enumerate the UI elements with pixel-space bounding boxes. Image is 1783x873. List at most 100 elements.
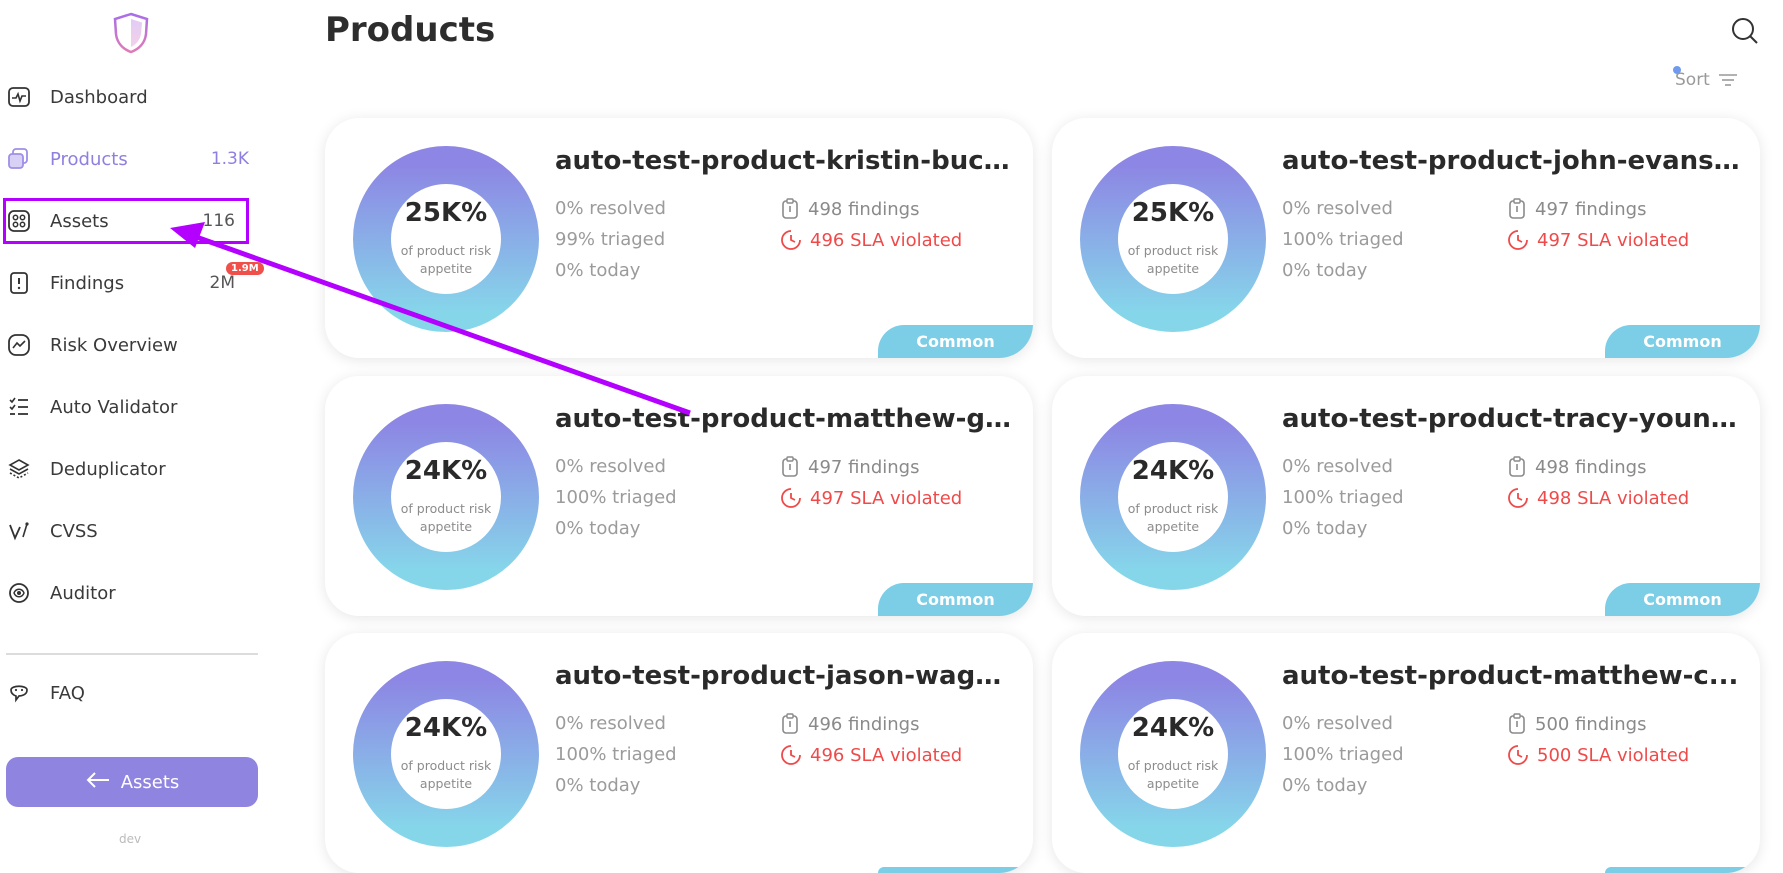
sla-violated-count: 496 SLA violated xyxy=(810,229,963,251)
resolved-stat: 0% resolved xyxy=(555,713,666,734)
risk-donut-chart xyxy=(353,661,539,847)
products-icon xyxy=(6,146,32,172)
sidebar-item-count: 2M xyxy=(209,273,235,293)
risk-donut-chart xyxy=(1080,146,1266,332)
shield-logo-icon xyxy=(113,12,149,54)
sla-violated-count: 496 SLA violated xyxy=(810,744,963,766)
findings-stat: 500 findings xyxy=(1507,713,1646,735)
findings-count: 498 findings xyxy=(808,198,920,220)
sidebar-item-label: FAQ xyxy=(50,682,85,704)
risk-appetite-value: 24K% xyxy=(404,713,488,743)
clock-alert-icon xyxy=(1508,230,1528,250)
sla-violated-count: 498 SLA violated xyxy=(1537,487,1690,509)
product-card[interactable]: 24K% of product risk appetite auto-test-… xyxy=(1052,633,1760,873)
sidebar: Dashboard Products 1.3K Assets 116 Findi… xyxy=(0,0,265,846)
today-stat: 0% today xyxy=(555,518,641,539)
product-tier-tag: Common xyxy=(878,325,1033,358)
risk-appetite-value: 24K% xyxy=(1131,713,1215,743)
product-card[interactable]: 25K% of product risk appetite auto-test-… xyxy=(1052,118,1760,358)
clipboard-icon xyxy=(1509,198,1525,219)
back-button-label: Assets xyxy=(120,771,180,793)
product-title[interactable]: auto-test-product-john-evans-... xyxy=(1282,146,1742,176)
sla-violated-count: 500 SLA violated xyxy=(1537,744,1690,766)
sort-label: Sort xyxy=(1675,70,1710,90)
assets-highlight-annotation xyxy=(3,198,249,244)
today-stat: 0% today xyxy=(555,260,641,281)
triaged-stat: 100% triaged xyxy=(1282,744,1404,765)
product-title[interactable]: auto-test-product-matthew-c... xyxy=(1282,661,1742,691)
back-to-assets-button[interactable]: Assets xyxy=(6,757,258,807)
sidebar-item-deduplicator[interactable]: Deduplicator xyxy=(0,449,255,489)
today-stat: 0% today xyxy=(555,775,641,796)
product-tier-tag xyxy=(878,867,1033,873)
sla-violated-stat: 500 SLA violated xyxy=(1507,744,1689,766)
product-tier-tag xyxy=(1605,867,1760,873)
clock-alert-icon xyxy=(781,230,801,250)
sidebar-divider xyxy=(6,653,258,655)
resolved-stat: 0% resolved xyxy=(1282,456,1393,477)
product-title[interactable]: auto-test-product-kristin-buck... xyxy=(555,146,1015,176)
sla-violated-count: 497 SLA violated xyxy=(1537,229,1690,251)
search-button[interactable] xyxy=(1730,16,1760,46)
sidebar-item-label: Auto Validator xyxy=(50,396,178,418)
risk-appetite-caption: of product risk appetite xyxy=(400,758,492,791)
triaged-stat: 100% triaged xyxy=(555,487,677,508)
sidebar-item-findings[interactable]: Findings 2M xyxy=(0,263,255,303)
risk-appetite-caption: of product risk appetite xyxy=(400,243,492,276)
today-stat: 0% today xyxy=(1282,518,1368,539)
triaged-stat: 100% triaged xyxy=(555,744,677,765)
sidebar-item-risk-overview[interactable]: Risk Overview xyxy=(0,325,255,365)
sla-violated-stat: 496 SLA violated xyxy=(780,744,962,766)
product-title[interactable]: auto-test-product-jason-wagn... xyxy=(555,661,1015,691)
risk-appetite-caption: of product risk appetite xyxy=(1127,243,1219,276)
product-card[interactable]: 24K% of product risk appetite auto-test-… xyxy=(325,376,1033,616)
env-label: dev xyxy=(119,832,142,846)
triaged-stat: 100% triaged xyxy=(1282,487,1404,508)
risk-appetite-value: 24K% xyxy=(404,456,488,486)
product-tier-tag: Common xyxy=(1605,583,1760,616)
sidebar-item-products[interactable]: Products 1.3K xyxy=(0,139,255,179)
sort-icon xyxy=(1718,74,1737,86)
sidebar-item-dashboard[interactable]: Dashboard xyxy=(0,77,255,117)
clipboard-icon xyxy=(782,456,798,477)
clock-alert-icon xyxy=(1508,745,1528,765)
clock-alert-icon xyxy=(781,745,801,765)
resolved-stat: 0% resolved xyxy=(555,456,666,477)
product-tier-tag: Common xyxy=(878,583,1033,616)
sidebar-item-label: Risk Overview xyxy=(50,334,178,356)
today-stat: 0% today xyxy=(1282,260,1368,281)
findings-stat: 498 findings xyxy=(1507,456,1646,478)
findings-count: 500 findings xyxy=(1535,713,1647,735)
findings-count: 496 findings xyxy=(808,713,920,735)
sidebar-item-cvss[interactable]: CVSS xyxy=(0,511,255,551)
auto-validator-icon xyxy=(6,394,32,420)
deduplicator-icon xyxy=(6,456,32,482)
product-card[interactable]: 25K% of product risk appetite auto-test-… xyxy=(325,118,1033,358)
findings-icon xyxy=(6,270,32,296)
clock-alert-icon xyxy=(781,488,801,508)
sla-violated-stat: 498 SLA violated xyxy=(1507,487,1689,509)
findings-count: 497 findings xyxy=(1535,198,1647,220)
findings-count: 497 findings xyxy=(808,456,920,478)
risk-donut-chart xyxy=(1080,661,1266,847)
risk-appetite-value: 24K% xyxy=(1131,456,1215,486)
risk-appetite-caption: of product risk appetite xyxy=(1127,501,1219,534)
findings-new-badge: 1.9M xyxy=(226,262,264,275)
findings-stat: 496 findings xyxy=(780,713,919,735)
product-title[interactable]: auto-test-product-matthew-gr... xyxy=(555,404,1015,434)
risk-donut-chart xyxy=(353,404,539,590)
risk-appetite-value: 25K% xyxy=(404,198,488,228)
sidebar-item-faq[interactable]: FAQ xyxy=(0,673,255,713)
sidebar-item-auto-validator[interactable]: Auto Validator xyxy=(0,387,255,427)
resolved-stat: 0% resolved xyxy=(1282,713,1393,734)
product-card[interactable]: 24K% of product risk appetite auto-test-… xyxy=(1052,376,1760,616)
product-card[interactable]: 24K% of product risk appetite auto-test-… xyxy=(325,633,1033,873)
findings-stat: 497 findings xyxy=(1507,198,1646,220)
sort-button[interactable]: Sort xyxy=(1675,70,1738,90)
auditor-icon xyxy=(6,580,32,606)
risk-overview-icon xyxy=(6,332,32,358)
findings-count: 498 findings xyxy=(1535,456,1647,478)
product-title[interactable]: auto-test-product-tracy-young... xyxy=(1282,404,1742,434)
dashboard-icon xyxy=(6,84,32,110)
sidebar-item-auditor[interactable]: Auditor xyxy=(0,573,255,613)
